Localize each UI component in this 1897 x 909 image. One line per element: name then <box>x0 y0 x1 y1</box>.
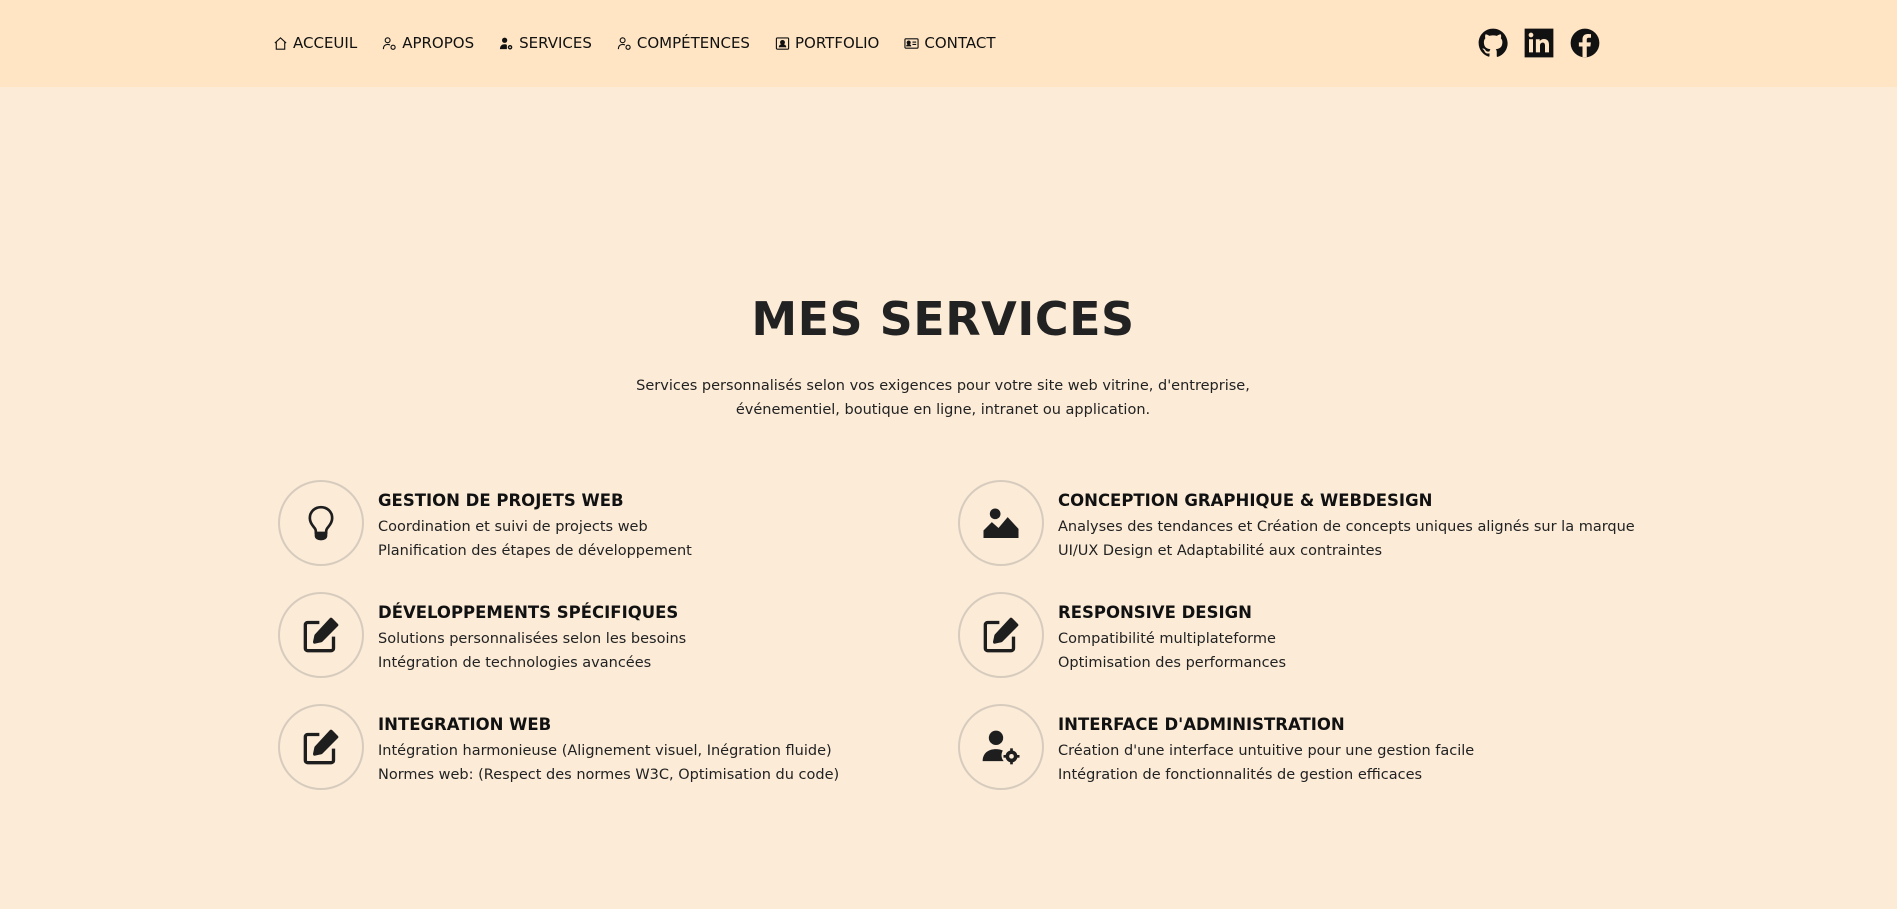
service-description: UI/UX Design et Adaptabilité aux contrai… <box>1058 543 1383 559</box>
facebook-link[interactable] <box>1570 28 1600 58</box>
edit-icon <box>303 729 339 765</box>
service-text: DÉVELOPPEMENTS SPÉCIFIQUES Solutions per… <box>378 592 686 675</box>
service-card-integration-web: INTEGRATION WEB Intégration harmonieuse … <box>278 704 938 796</box>
service-text: RESPONSIVE DESIGN Compatibilité multipla… <box>1058 592 1286 675</box>
lightbulb-icon <box>308 505 334 541</box>
house-icon <box>274 36 287 50</box>
nav-item-competences[interactable]: COMPÉTENCES <box>617 34 750 52</box>
service-text: INTEGRATION WEB Intégration harmonieuse … <box>378 704 839 787</box>
service-description: Planification des étapes de développemen… <box>378 543 692 559</box>
service-text: GESTION DE PROJETS WEB Coordination et s… <box>378 480 692 563</box>
service-card-conception-graphique: CONCEPTION GRAPHIQUE & WEBDESIGN Analyse… <box>958 480 1635 572</box>
service-title: RESPONSIVE DESIGN <box>1058 603 1252 622</box>
nav-item-label: CONTACT <box>924 34 996 52</box>
service-description: Compatibilité multiplateforme <box>1058 631 1276 647</box>
contact-card-icon <box>904 37 919 49</box>
nav-item-accueil[interactable]: ACCEUIL <box>273 34 357 52</box>
github-icon <box>1478 28 1508 57</box>
portrait-icon <box>775 36 790 50</box>
nav-item-label: SERVICES <box>519 34 592 52</box>
service-description: Intégration de technologies avancées <box>378 655 652 671</box>
service-card-developpements: DÉVELOPPEMENTS SPÉCIFIQUES Solutions per… <box>278 592 938 684</box>
nav-item-portfolio[interactable]: PORTFOLIO <box>775 34 879 52</box>
service-description: Coordination et suivi de projects web <box>378 519 648 535</box>
service-card-interface-administration: INTERFACE D'ADMINISTRATION Création d'un… <box>958 704 1618 796</box>
service-text: INTERFACE D'ADMINISTRATION Création d'un… <box>1058 704 1474 787</box>
service-icon-wrapper <box>958 704 1044 790</box>
service-icon-wrapper <box>278 704 364 790</box>
section-subtitle: Services personnalisés selon vos exigenc… <box>0 374 1886 422</box>
service-icon-wrapper <box>958 480 1044 566</box>
nav-item-label: ACCEUIL <box>293 34 358 52</box>
service-title: GESTION DE PROJETS WEB <box>378 491 624 510</box>
nav-item-contact[interactable]: CONTACT <box>904 34 995 52</box>
subtitle-line: Services personnalisés selon vos exigenc… <box>636 378 1250 394</box>
service-description: Solutions personnalisées selon les besoi… <box>378 631 687 647</box>
service-description: Intégration harmonieuse (Alignement visu… <box>378 743 832 759</box>
social-links <box>1478 28 1600 58</box>
section-title: MES SERVICES <box>751 292 1135 346</box>
page: ACCEUIL APROPOS SERVICES COMPÉTENCES POR… <box>0 0 1897 909</box>
subtitle-line: événementiel, boutique en ligne, intrane… <box>735 402 1151 418</box>
service-icon-wrapper <box>278 592 364 678</box>
facebook-icon <box>1570 28 1600 58</box>
nav-item-label: COMPÉTENCES <box>636 34 750 52</box>
service-text: CONCEPTION GRAPHIQUE & WEBDESIGN Analyse… <box>1058 480 1635 563</box>
service-icon-wrapper <box>278 480 364 566</box>
nav-item-label: APROPOS <box>402 34 475 52</box>
person-gear-icon <box>383 36 396 50</box>
edit-icon <box>983 617 1019 653</box>
nav-item-label: PORTFOLIO <box>794 34 880 52</box>
service-title: CONCEPTION GRAPHIQUE & WEBDESIGN <box>1058 491 1433 510</box>
image-icon <box>983 508 1019 538</box>
service-description: Analyses des tendances et Création de co… <box>1058 519 1635 535</box>
main-nav: ACCEUIL APROPOS SERVICES COMPÉTENCES POR… <box>273 34 1020 52</box>
person-gear-icon <box>617 36 631 50</box>
service-title: DÉVELOPPEMENTS SPÉCIFIQUES <box>378 603 679 622</box>
github-link[interactable] <box>1478 28 1508 58</box>
nav-item-services[interactable]: SERVICES <box>499 34 592 52</box>
service-icon-wrapper <box>958 592 1044 678</box>
user-gear-icon <box>982 730 1020 765</box>
service-card-gestion-projets: GESTION DE PROJETS WEB Coordination et s… <box>278 480 938 572</box>
service-description: Intégration de fonctionnalités de gestio… <box>1058 767 1423 783</box>
edit-icon <box>303 617 339 653</box>
person-gear-icon <box>500 37 513 49</box>
service-card-responsive-design: RESPONSIVE DESIGN Compatibilité multipla… <box>958 592 1618 684</box>
service-description: Normes web: (Respect des normes W3C, Opt… <box>378 767 840 783</box>
service-title: INTEGRATION WEB <box>378 715 552 734</box>
nav-item-apropos[interactable]: APROPOS <box>382 34 474 52</box>
service-title: INTERFACE D'ADMINISTRATION <box>1058 715 1345 734</box>
linkedin-icon <box>1524 28 1554 58</box>
service-description: Création d'une interface untuitive pour … <box>1058 743 1475 759</box>
linkedin-link[interactable] <box>1524 28 1554 58</box>
service-description: Optimisation des performances <box>1058 655 1287 671</box>
top-navbar: ACCEUIL APROPOS SERVICES COMPÉTENCES POR… <box>0 0 1897 87</box>
